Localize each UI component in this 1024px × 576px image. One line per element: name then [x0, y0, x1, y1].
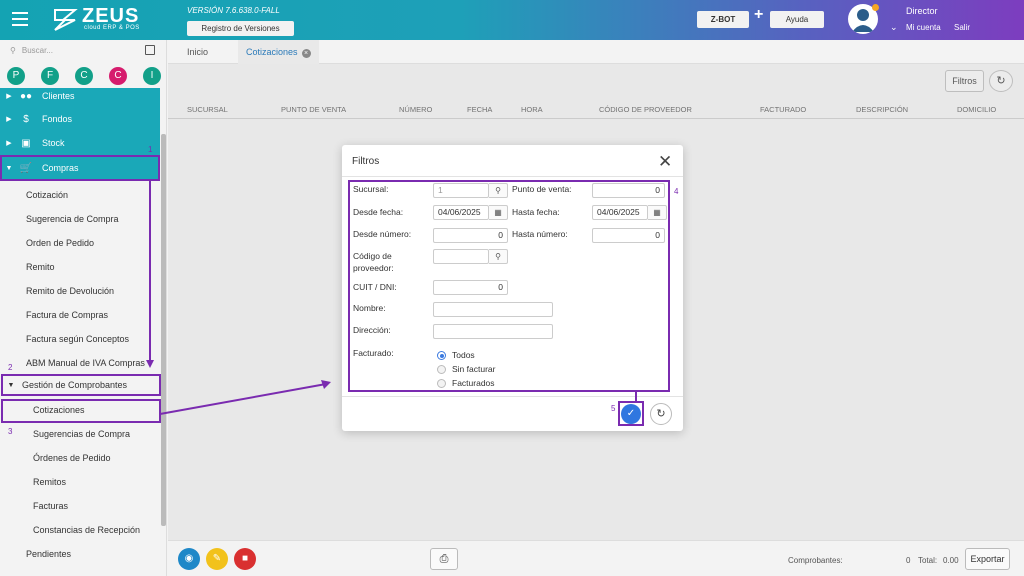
annotation-arrow-head: [321, 380, 331, 389]
annotation-arrows: [146, 181, 637, 415]
annotation-arrow-line: [159, 383, 327, 415]
annotation-arrow-head: [146, 360, 154, 368]
